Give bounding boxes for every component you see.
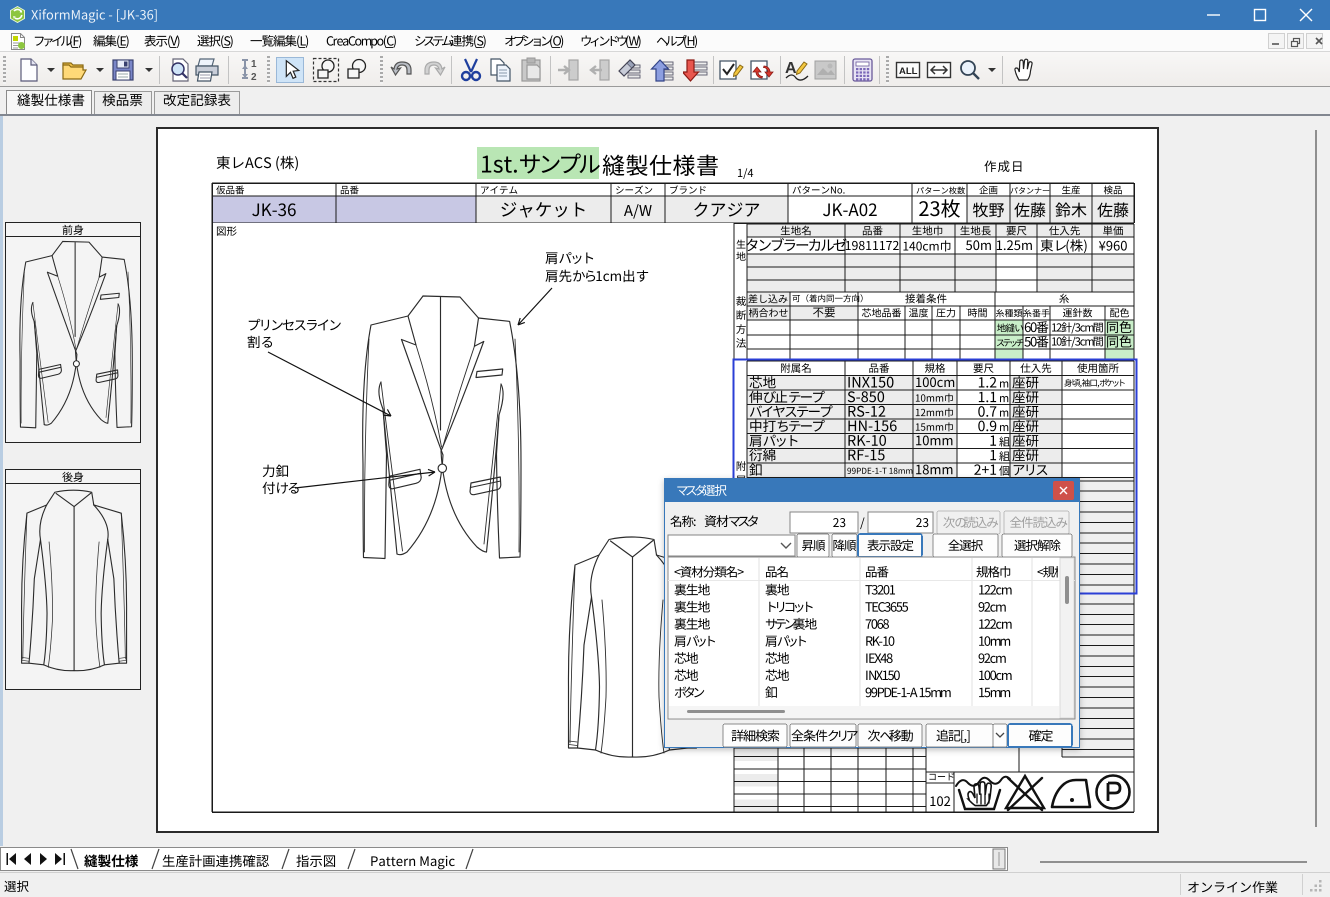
svg-text:2: 2 bbox=[251, 72, 257, 83]
svg-text:ALL: ALL bbox=[899, 66, 918, 77]
svg-text:1: 1 bbox=[251, 59, 257, 70]
